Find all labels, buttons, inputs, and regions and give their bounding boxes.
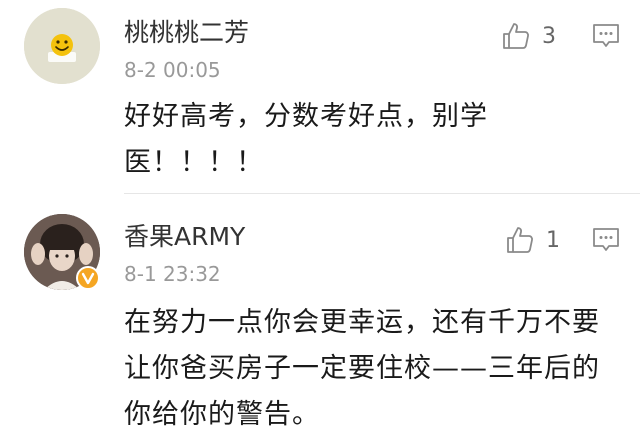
reply-button[interactable]	[590, 20, 622, 52]
like-button[interactable]: 3	[500, 16, 556, 56]
comment-bubble-icon	[593, 24, 619, 47]
avatar[interactable]	[24, 8, 100, 84]
like-count: 3	[542, 23, 556, 49]
comment-text: 在努力一点你会更幸运，还有千万不要让你爸买房子一定要住校——三年后的你给你的警告…	[124, 307, 600, 430]
like-count: 1	[546, 227, 560, 253]
smiley-face-icon	[24, 8, 100, 84]
like-button[interactable]: 1	[504, 220, 560, 260]
comment-item: 桃桃桃二芳 8-2 00:05 好好高考，分数考好点，别学医！！！！ 3	[0, 0, 640, 193]
username[interactable]: 香果ARMY	[124, 222, 245, 252]
comment-text: 好好高考，分数考好点，别学医！！！！	[124, 101, 488, 178]
timestamp: 8-2 00:05	[124, 58, 221, 82]
timestamp: 8-1 23:32	[124, 262, 221, 286]
verified-badge-icon	[76, 266, 100, 290]
comment-item: 香果ARMY 8-1 23:32 在努力一点你会更幸运，还有千万不要让你爸买房子…	[0, 194, 640, 430]
comment-bubble-icon	[593, 228, 619, 251]
username[interactable]: 桃桃桃二芳	[124, 18, 249, 48]
thumbs-up-icon	[507, 227, 533, 253]
thumbs-up-icon	[503, 23, 529, 49]
reply-button[interactable]	[590, 224, 622, 256]
